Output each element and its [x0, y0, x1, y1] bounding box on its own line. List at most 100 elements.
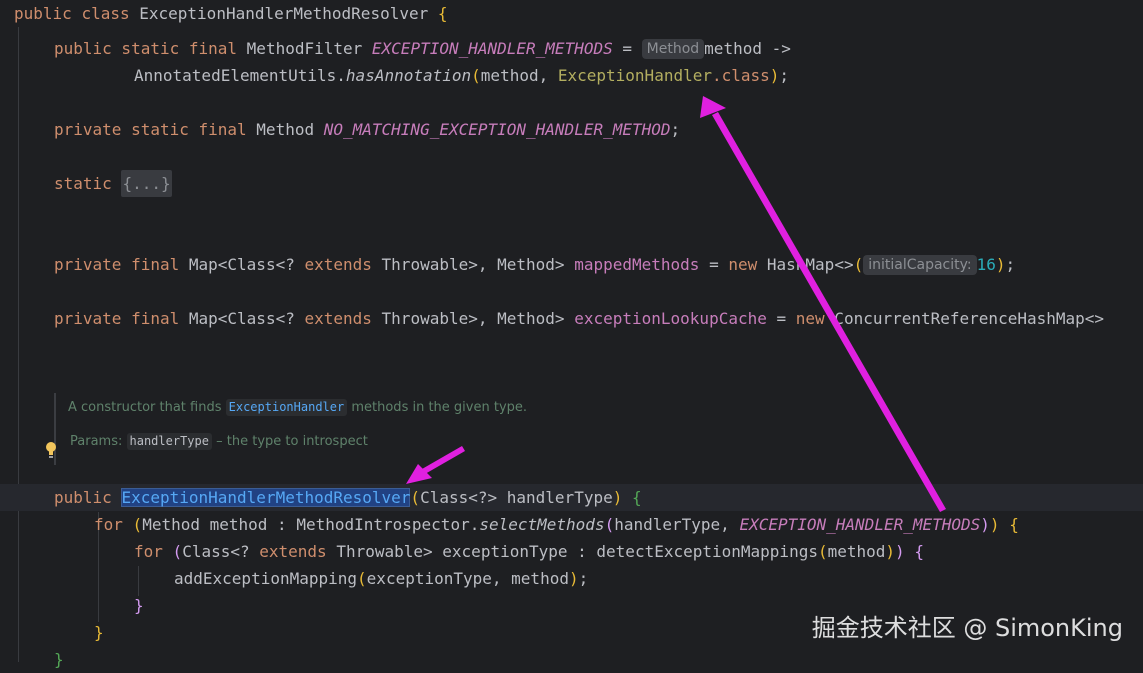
- brace: {: [914, 542, 924, 561]
- keyword: extends: [304, 255, 372, 274]
- type-name: Method: [256, 120, 315, 139]
- brace: }: [134, 596, 144, 615]
- operator: =: [622, 39, 633, 58]
- doc-param-name: handlerType: [126, 433, 212, 450]
- keyword: new: [728, 255, 758, 274]
- doc-params-label: Params:: [70, 434, 123, 449]
- paren: ): [895, 542, 905, 561]
- field-name: exceptionLookupCache: [574, 309, 767, 328]
- doc-params: Params: handlerType – the type to intros…: [70, 433, 570, 450]
- doc-code-ref[interactable]: ExceptionHandler: [225, 399, 348, 416]
- operator: =: [699, 255, 729, 274]
- constant-name: NO_MATCHING_EXCEPTION_HANDLER_METHOD: [323, 120, 671, 139]
- type-part: Throwable>, Method>: [371, 309, 575, 328]
- watermark: 掘金技术社区 @ SimonKing: [811, 614, 1123, 642]
- keyword: public: [54, 488, 112, 507]
- modifiers: private final: [54, 309, 180, 328]
- brace: {: [437, 4, 448, 23]
- argument: handlerType,: [614, 515, 740, 534]
- param-list: Class<?> handlerType: [420, 488, 613, 507]
- class-name: ExceptionHandlerMethodResolver: [139, 4, 429, 23]
- keyword: for: [134, 542, 163, 561]
- paren: ): [568, 569, 579, 588]
- modifiers: private final: [54, 255, 180, 274]
- loop-decl: Method method : MethodIntrospector.: [142, 515, 480, 534]
- code-line-ctor: public ExceptionHandlerMethodResolver(Cl…: [0, 484, 1143, 511]
- paren: ): [612, 488, 623, 507]
- paren: (: [853, 255, 864, 274]
- type-name: MethodFilter: [246, 39, 363, 58]
- doc-param-desc: – the type to introspect: [216, 434, 368, 449]
- annotation-class: ExceptionHandler: [557, 66, 712, 85]
- code-line-nomatch: private static final Method NO_MATCHING_…: [0, 116, 1143, 143]
- lightbulb-icon[interactable]: [44, 440, 58, 460]
- inlay-hint: Method: [641, 39, 705, 59]
- brace: {: [632, 488, 642, 507]
- code-line-class-decl: public class ExceptionHandlerMethodResol…: [0, 0, 1143, 27]
- paren: (: [132, 515, 143, 534]
- code-line-filter: public static final MethodFilter EXCEPTI…: [0, 35, 1143, 62]
- modifiers: private static final: [54, 120, 247, 139]
- paren: ): [980, 515, 990, 534]
- lambda-text: method ->: [704, 39, 791, 58]
- code-line-mapped: private final Map<Class<? extends Throwa…: [0, 251, 1143, 278]
- arguments: exceptionType, method: [366, 569, 569, 588]
- semicolon: ;: [670, 120, 681, 139]
- ctor-name: ConcurrentReferenceHashMap<>: [824, 309, 1105, 328]
- inlay-hint: initialCapacity:: [863, 255, 977, 275]
- paren: (: [817, 542, 828, 561]
- constant-name: EXCEPTION_HANDLER_METHODS: [371, 39, 613, 58]
- code-line-close-ctor: }: [0, 646, 1143, 673]
- type-part: Map<Class<?: [188, 255, 305, 274]
- method-call: addExceptionMapping: [174, 569, 358, 588]
- loop-decl: Throwable> exceptionType : detectExcepti…: [326, 542, 818, 561]
- code-line-static: static {...}: [0, 170, 1143, 197]
- code-line-filter-2: AnnotatedElementUtils.hasAnnotation(meth…: [0, 62, 1143, 89]
- operator: =: [766, 309, 796, 328]
- keyword: new: [795, 309, 825, 328]
- keyword: for: [94, 515, 123, 534]
- argument: method,: [480, 66, 558, 85]
- keyword: extends: [259, 542, 327, 561]
- constant-ref: EXCEPTION_HANDLER_METHODS: [739, 515, 981, 534]
- brace: }: [54, 650, 64, 669]
- keyword: extends: [304, 309, 372, 328]
- keyword: class: [81, 4, 130, 23]
- brace: }: [94, 623, 104, 642]
- paren: ): [989, 515, 1000, 534]
- code-line-for-outer: for (Method method : MethodIntrospector.…: [0, 511, 1143, 538]
- number-literal: 16: [976, 255, 996, 274]
- paren: ): [995, 255, 1006, 274]
- code-line-for-inner: for (Class<? extends Throwable> exceptio…: [0, 538, 1143, 565]
- paren: (: [357, 569, 367, 588]
- folded-block[interactable]: {...}: [121, 170, 172, 197]
- paren: (: [172, 542, 183, 561]
- field-name: mappedMethods: [574, 255, 700, 274]
- argument: method: [827, 542, 886, 561]
- brace: {: [1009, 515, 1019, 534]
- class-literal: .class: [711, 66, 770, 85]
- paren: (: [604, 515, 615, 534]
- semicolon: ;: [779, 66, 790, 85]
- doc-text: A constructor that finds: [68, 400, 222, 415]
- semicolon: ;: [1005, 255, 1016, 274]
- method-call: hasAnnotation: [345, 66, 472, 85]
- method-call: selectMethods: [479, 515, 605, 534]
- modifiers: public static final: [54, 39, 238, 58]
- semicolon: ;: [578, 569, 589, 588]
- keyword: public: [14, 4, 72, 23]
- keyword: static: [54, 174, 112, 193]
- ctor-name: HashMap<>: [757, 255, 854, 274]
- loop-decl: Class<?: [182, 542, 260, 561]
- doc-line-1: A constructor that finds ExceptionHandle…: [68, 399, 568, 416]
- paren: (: [410, 488, 421, 507]
- constructor-name[interactable]: ExceptionHandlerMethodResolver: [121, 488, 411, 507]
- type-part: Throwable>, Method>: [371, 255, 575, 274]
- paren: (: [471, 66, 481, 85]
- code-editor[interactable]: public class ExceptionHandlerMethodResol…: [0, 0, 1143, 669]
- paren: ): [769, 66, 780, 85]
- paren: ): [885, 542, 896, 561]
- code-line-call: addExceptionMapping(exceptionType, metho…: [0, 565, 1143, 592]
- util-class: AnnotatedElementUtils.: [134, 66, 346, 85]
- type-part: Map<Class<?: [188, 309, 305, 328]
